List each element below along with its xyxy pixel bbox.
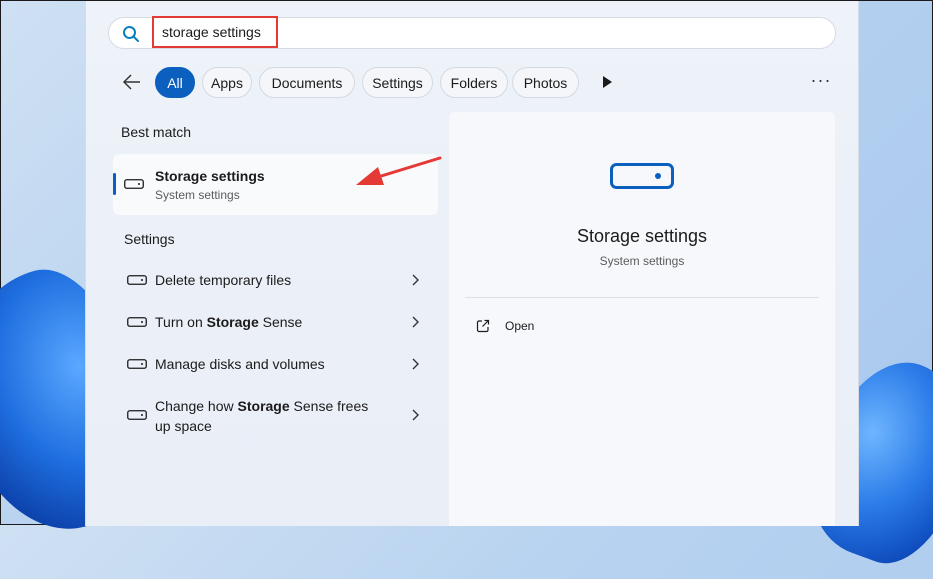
detail-pane: Storage settings System settings Open [449,112,835,526]
chevron-right-icon [410,273,420,287]
settings-result-change-storage-sense[interactable]: Change how Storage Sense frees up space [113,392,438,442]
back-arrow-icon[interactable] [122,71,142,93]
filter-bar: All Apps Documents Settings Folders Phot… [116,67,836,98]
detail-title: Storage settings [576,226,708,246]
drive-icon [127,359,147,369]
more-options-button[interactable]: ··· [809,70,833,94]
filter-chip-photos[interactable]: Photos [512,67,579,98]
best-match-result[interactable]: Storage settings System settings [113,154,438,215]
best-match-title: Storage settings [155,168,265,184]
drive-icon [127,275,147,285]
divider [465,297,819,298]
chevron-right-icon [410,357,420,371]
drive-icon [610,163,674,189]
filter-chip-folders[interactable]: Folders [440,67,508,98]
selection-indicator [113,173,116,195]
settings-section-heading: Settings [124,231,175,247]
chevron-right-icon [410,408,420,422]
settings-result-label: Turn on Storage Sense [155,314,303,330]
settings-result-delete-temporary-files[interactable]: Delete temporary files [113,260,438,300]
open-label: Open [505,319,535,333]
open-external-icon [476,319,490,333]
search-icon [122,25,140,43]
filter-chip-settings[interactable]: Settings [362,67,433,98]
open-action[interactable]: Open [473,317,593,341]
filter-chip-apps[interactable]: Apps [202,67,252,98]
drive-icon [127,317,147,327]
settings-result-manage-disks-and-volumes[interactable]: Manage disks and volumes [113,344,438,384]
settings-result-label: Delete temporary files [155,272,292,288]
search-input[interactable]: storage settings [152,16,278,48]
settings-result-label: Manage disks and volumes [155,356,325,372]
drive-icon [124,179,144,189]
play-icon[interactable] [601,75,613,89]
drive-icon [127,410,147,420]
chevron-right-icon [410,315,420,329]
settings-result-turn-on-storage-sense[interactable]: Turn on Storage Sense [113,302,438,342]
filter-chip-documents[interactable]: Documents [259,67,355,98]
filter-chip-all[interactable]: All [155,67,195,98]
detail-subtitle: System settings [599,254,685,268]
search-panel: storage settings All Apps Documents Sett… [85,1,859,526]
settings-result-label: Change how Storage Sense frees up space [155,398,369,434]
best-match-subtitle: System settings [155,188,240,202]
best-match-heading: Best match [121,124,192,140]
